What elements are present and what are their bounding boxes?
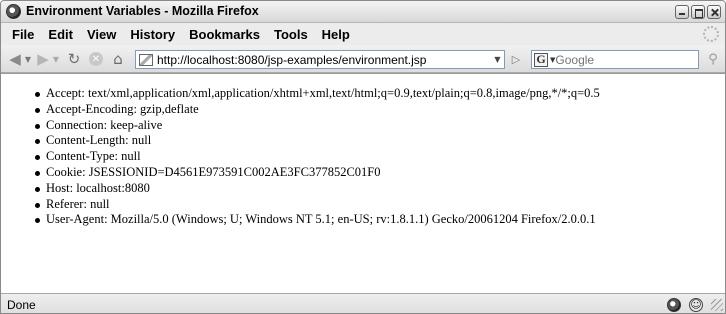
list-item: Referer: null xyxy=(35,197,600,213)
page-icon xyxy=(139,53,153,66)
list-item: Cookie: JSESSIONID=D4561E973591C002AE3FC… xyxy=(35,165,600,181)
back-button[interactable]: ◀ xyxy=(7,50,23,68)
list-item: Connection: keep-alive xyxy=(35,118,600,134)
environment-list: Accept: text/xml,application/xml,applica… xyxy=(35,86,600,228)
navigation-toolbar: ◀ ▼ ▶ ▼ ↻ ✕ ⌂ http://localhost:8080/jsp-… xyxy=(1,45,725,73)
home-button[interactable]: ⌂ xyxy=(109,50,127,68)
list-item: Host: localhost:8080 xyxy=(35,181,600,197)
search-engine-selector[interactable]: G ▼ xyxy=(532,51,555,68)
search-icon[interactable]: ⚲ xyxy=(705,51,721,67)
menu-history[interactable]: History xyxy=(123,27,182,42)
search-bar[interactable]: G ▼ xyxy=(531,50,711,69)
url-history-dropdown[interactable]: ▼ xyxy=(490,55,504,64)
firefox-status-icon[interactable] xyxy=(667,297,681,312)
address-bar[interactable]: http://localhost:8080/jsp-examples/envir… xyxy=(135,50,505,69)
status-bar: Done ☺ xyxy=(1,293,725,313)
page-content: Accept: text/xml,application/xml,applica… xyxy=(1,73,725,293)
menu-view[interactable]: View xyxy=(80,27,123,42)
menu-bookmarks[interactable]: Bookmarks xyxy=(182,27,267,42)
throbber-icon xyxy=(703,26,719,42)
add-on-status-icon[interactable]: ☺ xyxy=(689,297,703,312)
maximize-button[interactable] xyxy=(691,5,705,19)
browser-window: Environment Variables - Mozilla Firefox … xyxy=(0,0,726,314)
title-bar: Environment Variables - Mozilla Firefox xyxy=(1,1,725,23)
search-input[interactable] xyxy=(555,51,711,68)
list-item: Accept-Encoding: gzip,deflate xyxy=(35,102,600,118)
go-button[interactable]: ▷ xyxy=(509,52,523,66)
url-text[interactable]: http://localhost:8080/jsp-examples/envir… xyxy=(157,53,490,67)
menu-bar: File Edit View History Bookmarks Tools H… xyxy=(1,23,725,45)
list-item: Content-Type: null xyxy=(35,149,600,165)
window-controls xyxy=(675,5,721,19)
firefox-app-icon[interactable] xyxy=(6,4,21,19)
resize-grip[interactable] xyxy=(711,298,723,311)
menu-tools[interactable]: Tools xyxy=(267,27,315,42)
forward-button[interactable]: ▶ xyxy=(35,50,51,68)
forward-history-dropdown[interactable]: ▼ xyxy=(51,50,61,68)
list-item: Accept: text/xml,application/xml,applica… xyxy=(35,86,600,100)
list-item: Content-Length: null xyxy=(35,133,600,149)
menu-edit[interactable]: Edit xyxy=(41,27,80,42)
menu-file[interactable]: File xyxy=(5,27,41,42)
google-icon: G xyxy=(534,52,548,67)
reload-button[interactable]: ↻ xyxy=(65,50,83,68)
minimize-button[interactable] xyxy=(675,5,689,19)
stop-icon: ✕ xyxy=(89,52,103,66)
stop-button[interactable]: ✕ xyxy=(87,50,105,68)
list-item: User-Agent: Mozilla/5.0 (Windows; U; Win… xyxy=(35,212,600,228)
status-text: Done xyxy=(7,297,36,312)
window-title: Environment Variables - Mozilla Firefox xyxy=(26,4,259,18)
back-history-dropdown[interactable]: ▼ xyxy=(23,50,33,68)
menu-help[interactable]: Help xyxy=(315,27,357,42)
close-button[interactable] xyxy=(707,5,721,19)
